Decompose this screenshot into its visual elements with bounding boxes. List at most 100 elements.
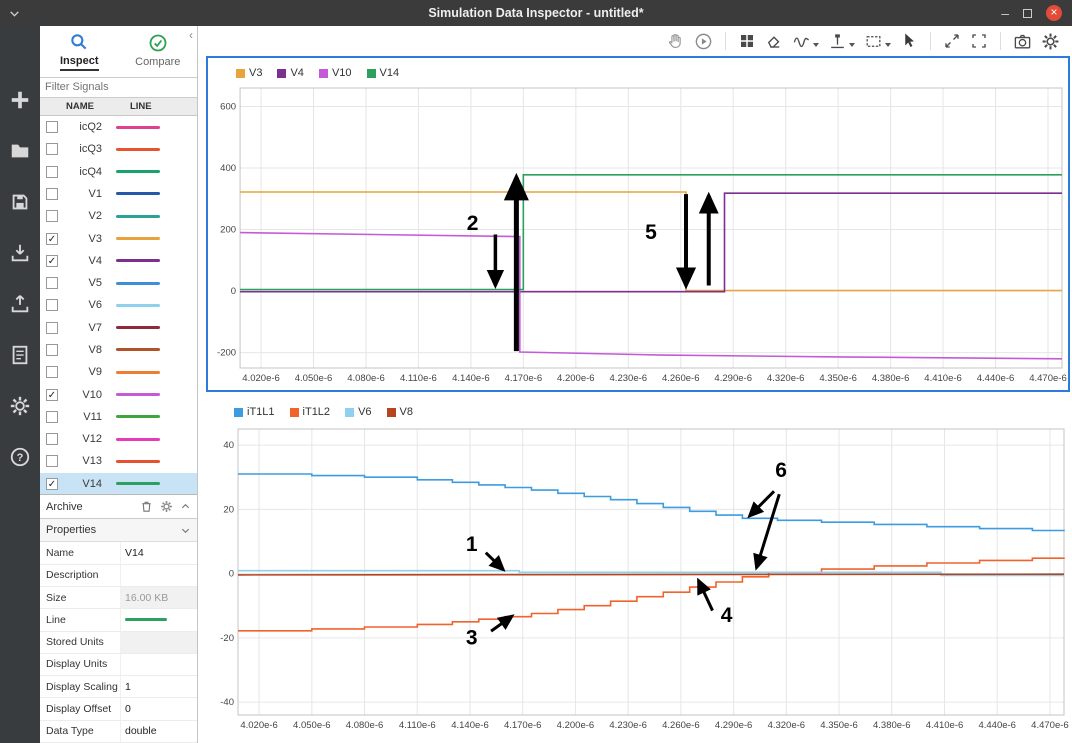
signal-row-V3[interactable]: ✓V3 bbox=[40, 227, 197, 249]
signal-row-V6[interactable]: V6 bbox=[40, 294, 197, 316]
legend-item-V8[interactable]: V8 bbox=[387, 406, 413, 418]
signal-row-V4[interactable]: ✓V4 bbox=[40, 250, 197, 272]
zoom-select-button[interactable] bbox=[864, 32, 891, 51]
property-value[interactable] bbox=[120, 565, 197, 586]
signal-checkbox[interactable] bbox=[46, 143, 58, 155]
archive-settings-gear-icon[interactable] bbox=[160, 500, 173, 513]
add-button[interactable] bbox=[6, 86, 34, 114]
property-value[interactable]: 1 bbox=[120, 676, 197, 697]
property-value[interactable]: 16.00 KB bbox=[120, 587, 197, 608]
signal-row-V10[interactable]: ✓V10 bbox=[40, 383, 197, 405]
signal-checkbox[interactable] bbox=[46, 455, 58, 467]
signal-row-V12[interactable]: V12 bbox=[40, 428, 197, 450]
signal-checkbox[interactable] bbox=[46, 433, 58, 445]
signal-line-swatch[interactable] bbox=[116, 282, 160, 285]
filter-signals-input[interactable] bbox=[40, 78, 197, 98]
signal-line-swatch[interactable] bbox=[116, 415, 160, 418]
bottom-chart-canvas[interactable]: 4.020e-64.050e-64.080e-64.110e-64.140e-6… bbox=[206, 421, 1070, 739]
window-menu-chevron-icon[interactable] bbox=[8, 7, 21, 20]
signal-line-swatch[interactable] bbox=[116, 326, 160, 329]
clear-plots-button[interactable] bbox=[765, 32, 783, 50]
signal-line-swatch[interactable] bbox=[116, 126, 160, 129]
signal-line-swatch[interactable] bbox=[116, 371, 160, 374]
property-value[interactable]: V14 bbox=[120, 542, 197, 563]
property-value[interactable] bbox=[120, 654, 197, 675]
signal-line-swatch[interactable] bbox=[116, 237, 160, 240]
signal-checkbox[interactable] bbox=[46, 121, 58, 133]
report-button[interactable] bbox=[6, 341, 34, 369]
save-button[interactable] bbox=[6, 188, 34, 216]
legend-item-iT1L2[interactable]: iT1L2 bbox=[290, 406, 331, 418]
signal-row-icQ2[interactable]: icQ2 bbox=[40, 116, 197, 138]
signal-line-swatch[interactable] bbox=[116, 192, 160, 195]
signal-line-swatch[interactable] bbox=[116, 348, 160, 351]
trash-icon[interactable] bbox=[140, 500, 153, 513]
signal-row-V7[interactable]: V7 bbox=[40, 317, 197, 339]
signal-checkbox[interactable]: ✓ bbox=[46, 389, 58, 401]
expand-button[interactable] bbox=[943, 32, 961, 50]
layout-button[interactable] bbox=[738, 32, 756, 50]
signal-row-icQ3[interactable]: icQ3 bbox=[40, 138, 197, 160]
preferences-button[interactable] bbox=[6, 392, 34, 420]
legend-item-V3[interactable]: V3 bbox=[236, 67, 262, 79]
signal-row-V8[interactable]: V8 bbox=[40, 339, 197, 361]
signal-row-V11[interactable]: V11 bbox=[40, 406, 197, 428]
signal-line-swatch[interactable] bbox=[116, 259, 160, 262]
signal-row-V2[interactable]: V2 bbox=[40, 205, 197, 227]
legend-item-iT1L1[interactable]: iT1L1 bbox=[234, 406, 275, 418]
signal-checkbox[interactable]: ✓ bbox=[46, 478, 58, 490]
signal-checkbox[interactable] bbox=[46, 411, 58, 423]
help-button[interactable]: ? bbox=[6, 443, 34, 471]
signal-checkbox[interactable] bbox=[46, 277, 58, 289]
signal-row-V14[interactable]: ✓V14 bbox=[40, 473, 197, 495]
top-plot[interactable]: V3 V4 V10 V14 4.020e-64.050e-64.080e-64.110… bbox=[206, 56, 1070, 392]
collapse-panel-chevron-icon[interactable]: ‹ bbox=[189, 28, 193, 42]
legend-item-V6[interactable]: V6 bbox=[345, 406, 371, 418]
signal-checkbox[interactable]: ✓ bbox=[46, 233, 58, 245]
properties-header[interactable]: Properties bbox=[40, 519, 197, 542]
property-value[interactable]: double bbox=[120, 721, 197, 742]
signal-line-swatch[interactable] bbox=[116, 215, 160, 218]
signal-trace-button[interactable] bbox=[792, 32, 819, 51]
import-button[interactable] bbox=[6, 239, 34, 267]
signal-line-swatch[interactable] bbox=[116, 304, 160, 307]
signal-checkbox[interactable] bbox=[46, 344, 58, 356]
export-button[interactable] bbox=[6, 290, 34, 318]
fit-screen-button[interactable] bbox=[970, 32, 988, 50]
replay-button[interactable] bbox=[694, 32, 713, 51]
signal-checkbox[interactable] bbox=[46, 210, 58, 222]
minimize-button[interactable]: – bbox=[1001, 8, 1009, 18]
signal-checkbox[interactable] bbox=[46, 166, 58, 178]
pointer-mode-button[interactable] bbox=[900, 32, 918, 50]
signal-row-V1[interactable]: V1 bbox=[40, 183, 197, 205]
signal-row-V13[interactable]: V13 bbox=[40, 450, 197, 472]
snapshot-button[interactable] bbox=[1013, 32, 1032, 51]
signal-row-V5[interactable]: V5 bbox=[40, 272, 197, 294]
signal-row-V9[interactable]: V9 bbox=[40, 361, 197, 383]
restore-button[interactable] bbox=[1023, 9, 1032, 18]
top-chart-canvas[interactable]: 4.020e-64.050e-64.080e-64.110e-64.140e-6… bbox=[208, 82, 1068, 390]
close-button[interactable]: × bbox=[1046, 5, 1062, 21]
signal-line-swatch[interactable] bbox=[116, 482, 160, 485]
signal-line-swatch[interactable] bbox=[116, 148, 160, 151]
signal-checkbox[interactable] bbox=[46, 366, 58, 378]
legend-item-V4[interactable]: V4 bbox=[277, 67, 303, 79]
property-value[interactable] bbox=[120, 632, 197, 653]
signal-checkbox[interactable]: ✓ bbox=[46, 255, 58, 267]
signal-checkbox[interactable] bbox=[46, 322, 58, 334]
archive-bar[interactable]: Archive bbox=[40, 494, 197, 519]
signal-line-swatch[interactable] bbox=[116, 393, 160, 396]
signal-line-swatch[interactable] bbox=[116, 170, 160, 173]
signal-line-swatch[interactable] bbox=[116, 438, 160, 441]
tab-inspect[interactable]: Inspect bbox=[40, 26, 119, 77]
legend-item-V14[interactable]: V14 bbox=[367, 67, 400, 79]
bottom-plot[interactable]: iT1L1 iT1L2 V6 V8 4.020e-64.050e-64.080e-64… bbox=[206, 397, 1070, 739]
legend-item-V10[interactable]: V10 bbox=[319, 67, 352, 79]
signal-row-icQ4[interactable]: icQ4 bbox=[40, 160, 197, 182]
tab-compare[interactable]: Compare bbox=[119, 26, 198, 77]
signal-checkbox[interactable] bbox=[46, 299, 58, 311]
data-cursors-button[interactable] bbox=[828, 32, 855, 51]
pan-button[interactable] bbox=[666, 32, 685, 51]
signal-checkbox[interactable] bbox=[46, 188, 58, 200]
plot-settings-button[interactable] bbox=[1041, 32, 1060, 51]
